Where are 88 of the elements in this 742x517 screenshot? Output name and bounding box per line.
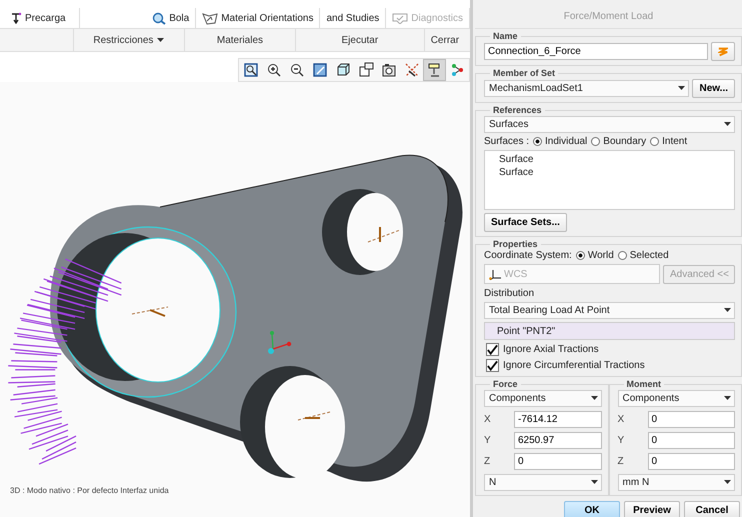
reference-type-dropdown[interactable]: Surfaces bbox=[484, 116, 735, 133]
list-item[interactable]: Surface bbox=[499, 166, 720, 179]
force-component-field[interactable]: -7614.12 bbox=[514, 411, 602, 428]
moment-component-field[interactable]: 0 bbox=[648, 411, 735, 428]
new-button[interactable]: New... bbox=[692, 79, 735, 98]
moment-mode-dropdown[interactable]: Components bbox=[618, 390, 735, 407]
checkbox-label: Ignore Axial Tractions bbox=[503, 344, 599, 355]
magnifier-icon bbox=[152, 12, 166, 24]
view-tool-button[interactable] bbox=[423, 59, 446, 81]
axis-label: Y bbox=[618, 435, 626, 446]
preload-icon bbox=[10, 12, 22, 24]
caret-icon bbox=[590, 480, 598, 485]
checkbox[interactable] bbox=[486, 359, 499, 372]
camera-icon bbox=[380, 62, 396, 78]
radio-button[interactable] bbox=[533, 137, 542, 146]
radio-label: Boundary bbox=[603, 136, 646, 147]
square-icon bbox=[312, 62, 328, 78]
point-reference-field[interactable]: Point "PNT2" bbox=[484, 322, 735, 340]
group-label: Member of Set bbox=[492, 68, 556, 78]
group-label: Name bbox=[492, 31, 519, 41]
orientation-icon bbox=[202, 12, 218, 24]
nodes-icon bbox=[450, 62, 466, 78]
ribbon-group-tab[interactable]: Cerrar bbox=[430, 34, 460, 46]
radio-label: World bbox=[588, 250, 614, 261]
zoom-in-icon bbox=[266, 62, 282, 78]
zoom-fit-icon bbox=[242, 62, 258, 78]
axis-label: Z bbox=[484, 456, 492, 467]
caret-icon bbox=[724, 308, 731, 313]
ribbon-command[interactable]: Bola bbox=[152, 12, 190, 24]
dashed-lines-icon bbox=[404, 62, 420, 78]
axis-label: Y bbox=[484, 435, 492, 446]
group-label: Force bbox=[492, 379, 519, 389]
radio-button[interactable] bbox=[650, 137, 660, 146]
radio-button[interactable] bbox=[576, 251, 585, 260]
force-component-field[interactable]: 0 bbox=[514, 453, 602, 470]
diagnostics-icon bbox=[392, 12, 408, 24]
ribbon-command[interactable]: Precarga bbox=[10, 12, 66, 24]
caret-icon bbox=[724, 396, 731, 401]
set-dropdown[interactable]: MechanismLoadSet1 bbox=[484, 80, 690, 97]
moment-component-field[interactable]: 0 bbox=[648, 432, 735, 449]
dialog-button[interactable]: Cancel bbox=[684, 501, 740, 517]
group-label: Properties bbox=[492, 239, 539, 249]
checkbox-label: Ignore Circumferential Tractions bbox=[503, 360, 645, 371]
moment-component-field[interactable]: 0 bbox=[648, 453, 735, 470]
caret-icon bbox=[724, 122, 731, 127]
ribbon-group-tab[interactable]: Materiales bbox=[216, 34, 264, 46]
dialog-title: Force/Moment Load bbox=[475, 8, 742, 29]
ribbon-command[interactable]: and Studies bbox=[326, 12, 380, 24]
force-mode-dropdown[interactable]: Components bbox=[484, 390, 602, 407]
axis-label: Z bbox=[618, 456, 625, 467]
ribbon-group-tab[interactable]: Restricciones bbox=[93, 34, 164, 46]
axis-label: X bbox=[618, 414, 626, 425]
field-label: Distribution bbox=[484, 288, 536, 299]
cube-icon bbox=[334, 62, 350, 78]
dialog-button[interactable]: OK bbox=[564, 501, 620, 517]
checkmark-icon bbox=[487, 344, 498, 355]
caret-icon bbox=[157, 38, 164, 42]
field-label: Surfaces : bbox=[484, 136, 530, 147]
group-label: References bbox=[492, 105, 543, 115]
radio-button[interactable] bbox=[591, 137, 600, 146]
radio-label: Individual bbox=[545, 136, 588, 147]
radio-button[interactable] bbox=[618, 251, 627, 260]
coordinate-system-icon bbox=[489, 268, 502, 280]
distribution-dropdown[interactable]: Total Bearing Load At Point bbox=[484, 302, 735, 319]
radio-label: Selected bbox=[630, 250, 669, 261]
checkmark-icon bbox=[487, 360, 498, 371]
radio-label: Intent bbox=[662, 136, 688, 147]
dialog-button[interactable]: Preview bbox=[624, 501, 680, 517]
status-text: 3D : Modo nativo : Por defecto Interfaz unida bbox=[10, 486, 169, 495]
field-label: Coordinate System: bbox=[484, 250, 572, 261]
windows-icon bbox=[358, 62, 374, 78]
checkbox[interactable] bbox=[486, 343, 499, 356]
axis-triad-icon bbox=[268, 331, 292, 354]
ribbon-command[interactable]: Material Orientations bbox=[202, 12, 314, 24]
group-label: Moment bbox=[626, 379, 662, 389]
sign-icon bbox=[426, 62, 442, 78]
axis-label: X bbox=[484, 414, 492, 425]
name-field[interactable]: Connection_6_Force bbox=[484, 43, 708, 60]
force-component-field[interactable]: 6250.97 bbox=[514, 432, 602, 449]
units-dropdown[interactable]: mm N bbox=[618, 474, 735, 491]
caret-icon bbox=[678, 86, 686, 91]
caret-icon bbox=[590, 396, 598, 401]
caret-icon bbox=[724, 480, 731, 485]
units-dropdown[interactable]: N bbox=[484, 474, 602, 491]
zoom-out-icon bbox=[288, 62, 304, 78]
ribbon-group-tab[interactable]: Ejecutar bbox=[341, 34, 378, 46]
surface-sets-button[interactable]: Surface Sets... bbox=[484, 213, 567, 232]
list-item[interactable]: Surface bbox=[499, 153, 720, 166]
